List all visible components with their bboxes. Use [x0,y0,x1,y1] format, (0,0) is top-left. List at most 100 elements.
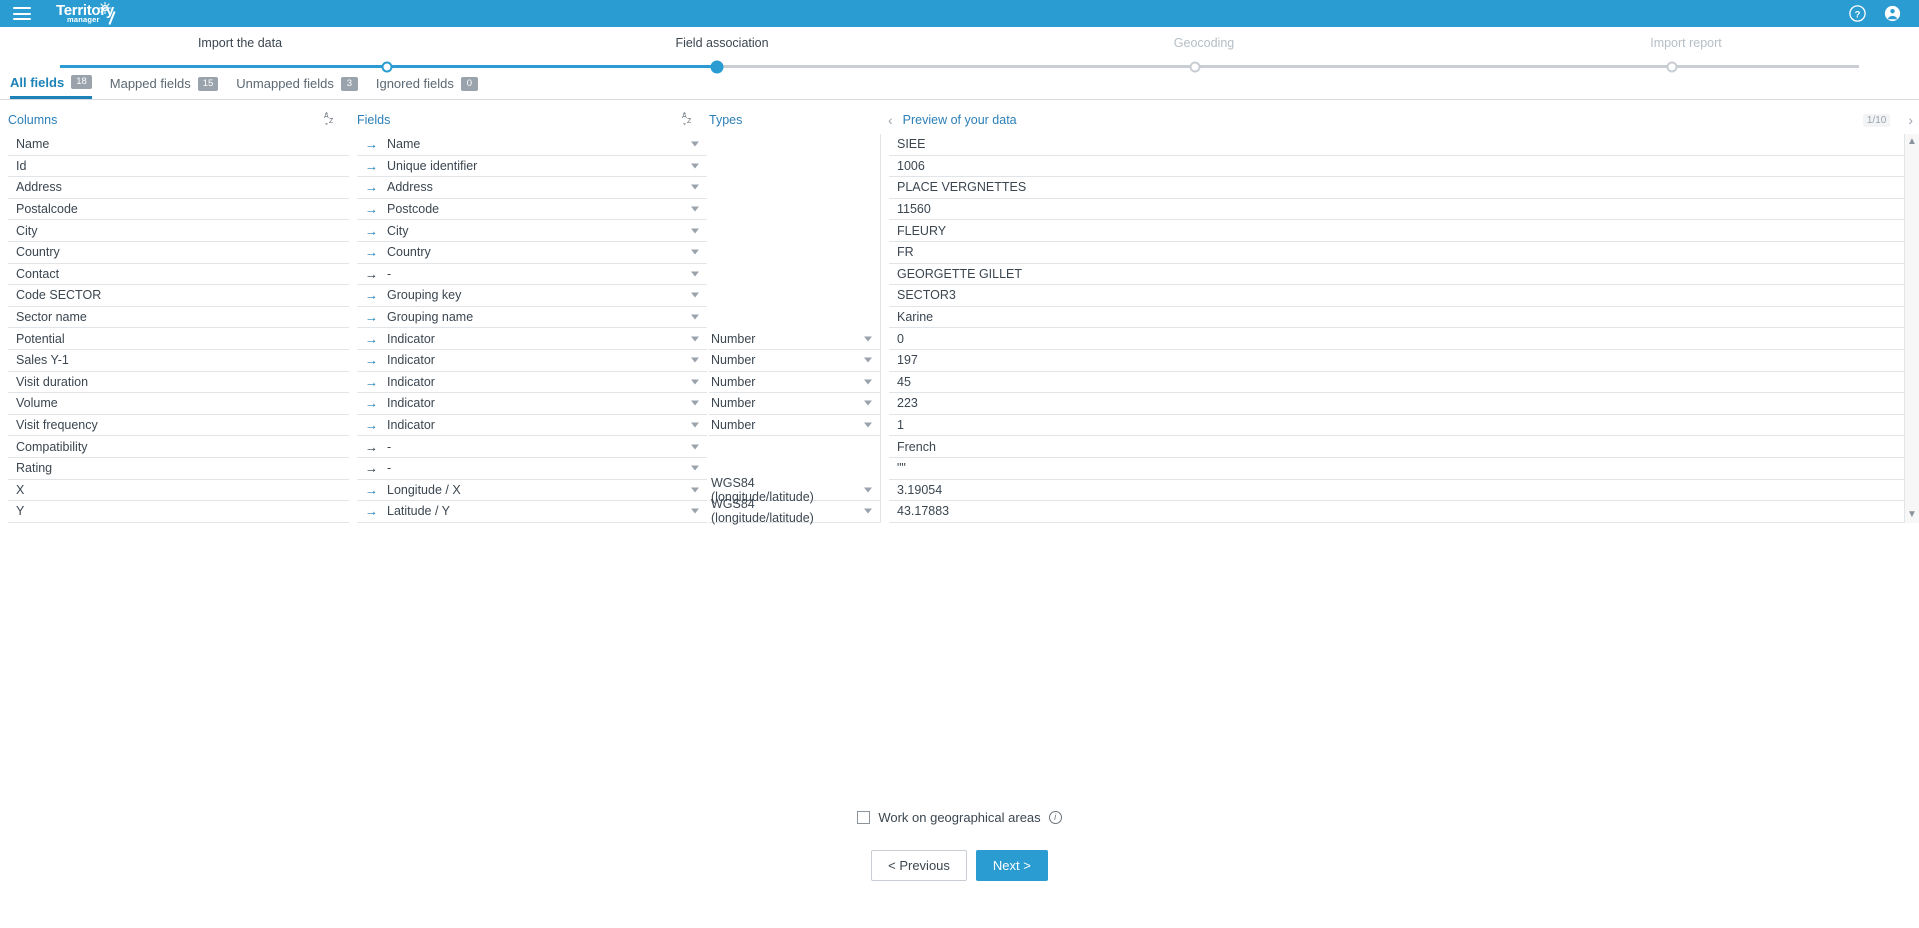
step-label-import-the-data[interactable]: Import the data [198,36,282,50]
type-select[interactable]: Number [709,415,880,437]
field-mapping-value: Indicator [387,332,435,346]
column-name-cell[interactable]: Visit duration [8,372,349,394]
stepper-node-2[interactable] [710,60,723,73]
fields-list: →Name→Unique identifier→Address→Postcode… [349,134,707,523]
column-name-label: City [16,224,38,238]
column-name-cell[interactable]: Visit frequency [8,415,349,437]
chevron-down-icon[interactable] [864,401,872,406]
type-select[interactable]: WGS84 (longitude/latitude) [709,501,880,523]
column-name-cell[interactable]: Sales Y-1 [8,350,349,372]
chevron-down-icon[interactable] [691,185,699,190]
type-select[interactable]: Number [709,372,880,394]
field-mapping-select[interactable]: →Grouping name [357,307,707,329]
preview-value: GEORGETTE GILLET [897,267,1022,281]
help-icon[interactable]: ? [1849,5,1866,22]
field-mapping-select[interactable]: →Indicator [357,393,707,415]
chevron-down-icon[interactable] [691,315,699,320]
info-icon[interactable]: i [1049,811,1062,824]
field-mapping-select[interactable]: →Indicator [357,350,707,372]
tab-mapped-fields[interactable]: Mapped fields 15 [110,72,219,99]
chevron-down-icon[interactable] [691,358,699,363]
chevron-down-icon[interactable] [691,444,699,449]
chevron-down-icon[interactable] [691,466,699,471]
work-on-geographical-areas-checkbox[interactable] [857,811,870,824]
chevron-down-icon[interactable] [864,358,872,363]
chevron-down-icon[interactable] [691,228,699,233]
type-select[interactable]: Number [709,350,880,372]
field-mapping-select[interactable]: →Name [357,134,707,156]
chevron-down-icon[interactable] [691,487,699,492]
field-mapping-select[interactable]: →Grouping key [357,285,707,307]
field-mapping-select[interactable]: →Indicator [357,328,707,350]
chevron-down-icon[interactable] [691,250,699,255]
chevron-down-icon[interactable] [691,163,699,168]
chevron-down-icon[interactable] [691,423,699,428]
column-name-cell[interactable]: Postalcode [8,199,349,221]
hamburger-menu-icon[interactable] [13,7,31,20]
scroll-down-icon[interactable]: ▼ [1907,510,1917,520]
column-name-cell[interactable]: Address [8,177,349,199]
tab-all-fields[interactable]: All fields 18 [10,72,92,99]
field-mapping-select[interactable]: →City [357,220,707,242]
chevron-down-icon[interactable] [691,293,699,298]
chevron-down-icon[interactable] [691,401,699,406]
column-name-cell[interactable]: Country [8,242,349,264]
preview-vertical-scrollbar[interactable]: ▲ ▼ [1904,134,1919,523]
chevron-down-icon[interactable] [864,487,872,492]
chevron-down-icon[interactable] [691,379,699,384]
field-mapping-select[interactable]: →Unique identifier [357,156,707,178]
chevron-right-icon[interactable]: › [1908,113,1913,127]
arrow-right-icon: → [365,267,378,280]
sort-az-icon-columns[interactable]: AZ [324,111,337,129]
chevron-down-icon[interactable] [691,142,699,147]
column-name-cell[interactable]: Volume [8,393,349,415]
app-logo[interactable]: Territory manager [56,3,114,24]
chevron-down-icon[interactable] [691,509,699,514]
column-name-cell[interactable]: Rating [8,458,349,480]
chevron-down-icon[interactable] [864,423,872,428]
scroll-up-icon[interactable]: ▲ [1907,137,1917,147]
sort-az-icon-fields[interactable]: AZ [682,111,695,129]
preview-value: 11560 [897,202,931,216]
column-name-cell[interactable]: Id [8,156,349,178]
column-name-cell[interactable]: Y [8,501,349,523]
column-name-cell[interactable]: City [8,220,349,242]
field-mapping-select[interactable]: →Indicator [357,372,707,394]
chevron-down-icon[interactable] [691,336,699,341]
column-name-cell[interactable]: X [8,480,349,502]
field-mapping-select[interactable]: →- [357,264,707,286]
step-label-field-association[interactable]: Field association [675,36,768,50]
preview-value: SIEE [897,137,926,151]
field-mapping-select[interactable]: →- [357,458,707,480]
chevron-down-icon[interactable] [691,207,699,212]
type-select[interactable]: Number [709,393,880,415]
chevron-left-icon[interactable]: ‹ [888,113,893,127]
stepper-node-1[interactable] [382,61,393,72]
field-mapping-select[interactable]: →Latitude / Y [357,501,707,523]
field-mapping-select[interactable]: →Indicator [357,415,707,437]
chevron-down-icon[interactable] [864,379,872,384]
chevron-down-icon[interactable] [864,336,872,341]
tab-ignored-fields[interactable]: Ignored fields 0 [376,72,478,99]
column-name-cell[interactable]: Sector name [8,307,349,329]
column-name-cell[interactable]: Potential [8,328,349,350]
previous-button[interactable]: < Previous [871,850,967,881]
user-account-icon[interactable] [1884,5,1901,22]
type-value: Number [711,418,755,432]
preview-value: 0 [897,332,904,346]
field-mapping-select[interactable]: →Country [357,242,707,264]
field-mapping-select[interactable]: →- [357,436,707,458]
column-name-cell[interactable]: Compatibility [8,436,349,458]
next-button[interactable]: Next > [976,850,1048,881]
field-mapping-select[interactable]: →Address [357,177,707,199]
tab-unmapped-fields[interactable]: Unmapped fields 3 [236,72,358,99]
column-name-cell[interactable]: Contact [8,264,349,286]
column-name-cell[interactable]: Name [8,134,349,156]
chevron-down-icon[interactable] [691,271,699,276]
preview-value-cell: SIEE [889,134,1904,156]
field-mapping-select[interactable]: →Postcode [357,199,707,221]
field-mapping-select[interactable]: →Longitude / X [357,480,707,502]
chevron-down-icon[interactable] [864,509,872,514]
column-name-cell[interactable]: Code SECTOR [8,285,349,307]
type-select[interactable]: Number [709,328,880,350]
